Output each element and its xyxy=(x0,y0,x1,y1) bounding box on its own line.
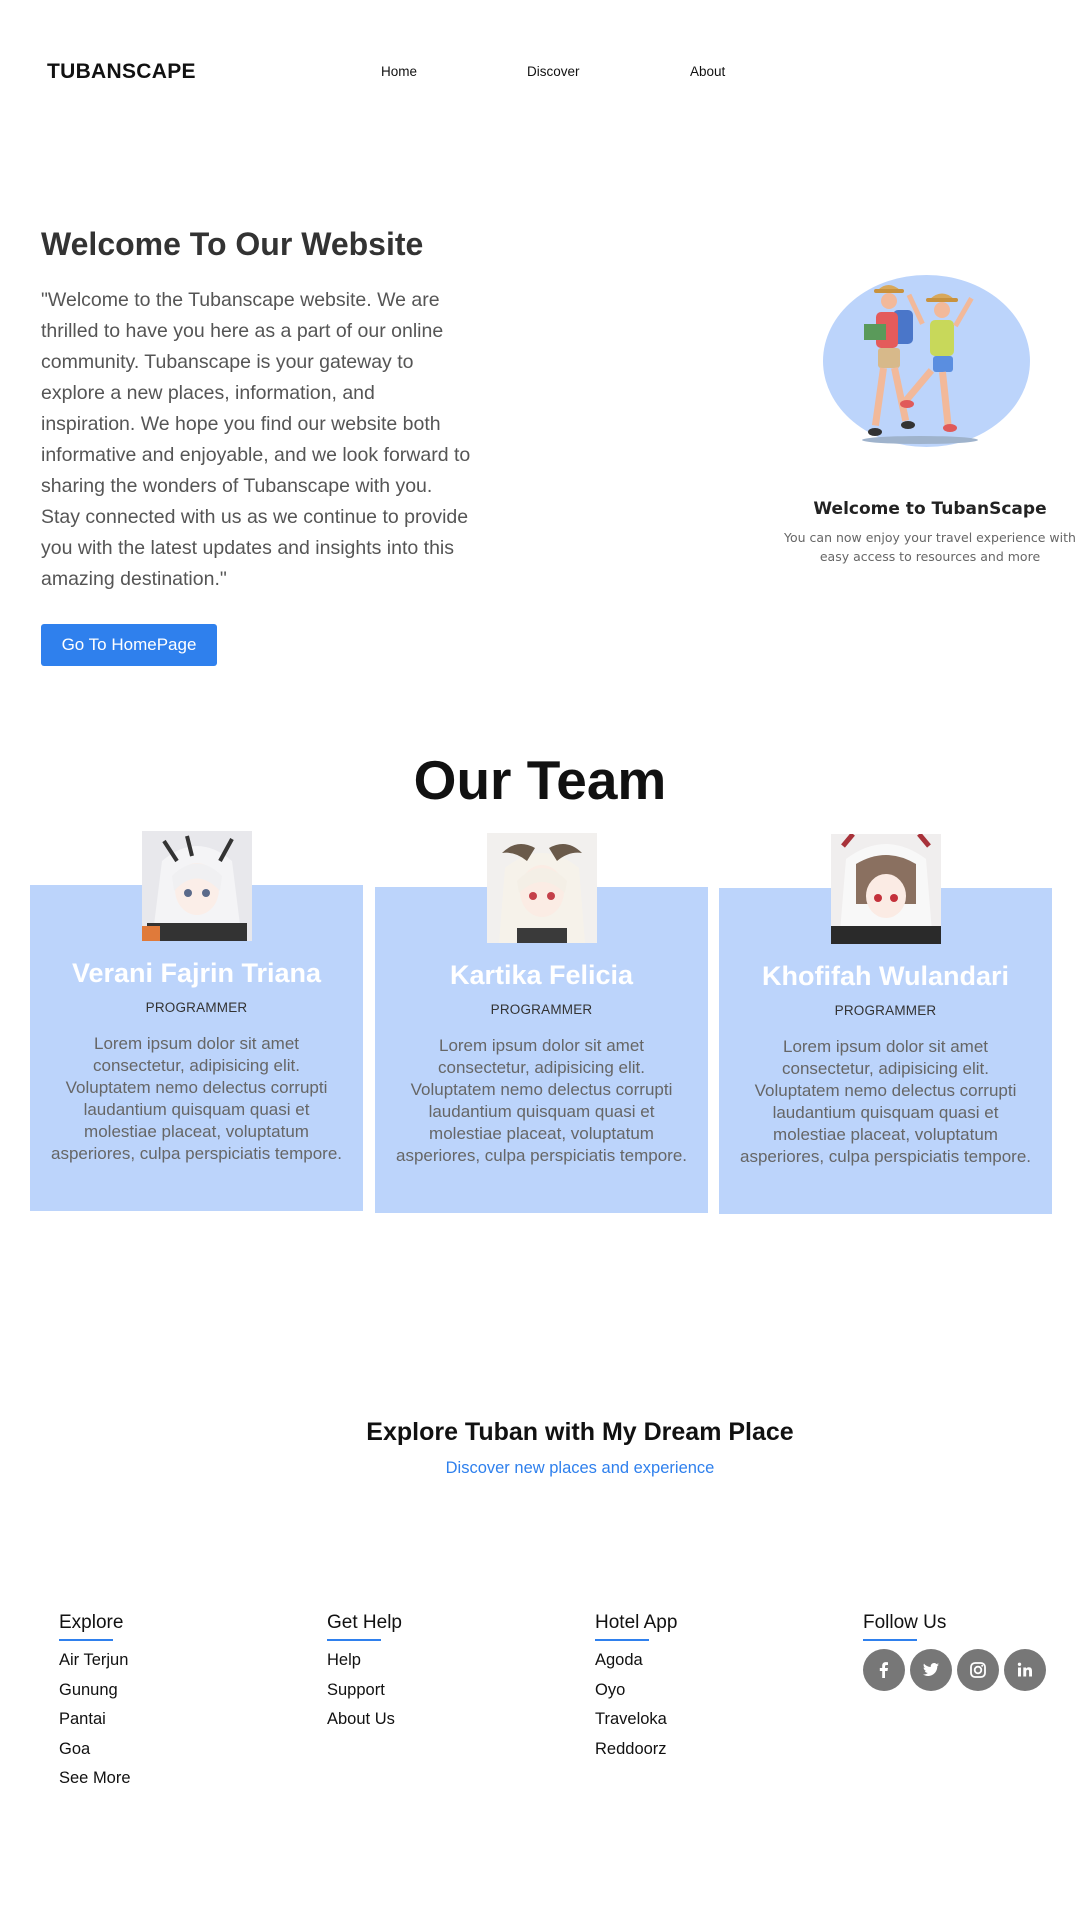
footer-link-reddoorz[interactable]: Reddoorz xyxy=(595,1738,677,1768)
explore-title: Explore Tuban with My Dream Place xyxy=(366,1418,794,1446)
member-name: Verani Fajrin Triana xyxy=(71,958,322,988)
twitter-icon[interactable] xyxy=(910,1649,952,1691)
member-role: PROGRAMMER xyxy=(834,1003,937,1018)
footer-heading-underline xyxy=(863,1639,917,1641)
explore-subtitle: Discover new places and experience xyxy=(445,1459,715,1477)
member-role: PROGRAMMER xyxy=(490,1002,593,1017)
footer-link-goa[interactable]: Goa xyxy=(59,1738,131,1768)
travelers-illustration xyxy=(820,272,1030,452)
footer-heading: Hotel App xyxy=(595,1612,678,1633)
member-avatar xyxy=(142,831,252,941)
avatar-image-svg xyxy=(831,834,941,944)
team-card: Verani Fajrin Triana PROGRAMMER Lorem ip… xyxy=(30,831,363,1211)
footer-heading-underline xyxy=(327,1639,381,1641)
member-name: Khofifah Wulandari xyxy=(762,961,1009,991)
social-links xyxy=(863,1649,1046,1691)
footer-hotel-column: Hotel App Agoda Oyo Traveloka Reddoorz xyxy=(595,1612,677,1767)
avatar-image-svg xyxy=(487,833,597,943)
footer-explore-column: Explore Air Terjun Gunung Pantai Goa See… xyxy=(59,1612,131,1797)
member-name: Kartika Felicia xyxy=(449,960,634,990)
footer-heading-underline xyxy=(595,1639,649,1641)
member-role: PROGRAMMER xyxy=(145,1000,248,1015)
go-to-homepage-button[interactable]: Go To HomePage xyxy=(41,624,217,666)
footer-link-support[interactable]: Support xyxy=(327,1679,402,1709)
team-card: Kartika Felicia PROGRAMMER Lorem ipsum d… xyxy=(375,833,708,1213)
member-avatar xyxy=(831,834,941,944)
footer-follow-column: Follow Us xyxy=(863,1612,1046,1691)
illustration-title: Welcome to TubanScape xyxy=(813,499,1047,519)
linkedin-icon[interactable] xyxy=(1004,1649,1046,1691)
member-description: Lorem ipsum dolor sit amet consectetur, … xyxy=(50,1034,343,1163)
footer-help-column: Get Help Help Support About Us xyxy=(327,1612,402,1738)
facebook-icon[interactable] xyxy=(863,1649,905,1691)
instagram-icon[interactable] xyxy=(957,1649,999,1691)
footer-heading: Explore xyxy=(59,1612,124,1633)
avatar-image-svg xyxy=(142,831,252,941)
footer-link-traveloka[interactable]: Traveloka xyxy=(595,1708,677,1738)
nav-home-link[interactable]: Home xyxy=(381,64,417,79)
footer-link-pantai[interactable]: Pantai xyxy=(59,1708,131,1738)
site-logo[interactable]: TUBANSCAPE xyxy=(47,60,196,84)
footer-heading: Get Help xyxy=(327,1612,402,1633)
footer-link-help[interactable]: Help xyxy=(327,1649,402,1679)
footer-link-see-more[interactable]: See More xyxy=(59,1767,131,1797)
member-avatar xyxy=(487,833,597,943)
footer-link-gunung[interactable]: Gunung xyxy=(59,1679,131,1709)
navbar: TUBANSCAPE Home Discover About xyxy=(0,0,1080,150)
nav-about-link[interactable]: About xyxy=(690,64,725,79)
footer-link-agoda[interactable]: Agoda xyxy=(595,1649,677,1679)
footer-heading: Follow Us xyxy=(863,1612,947,1633)
footer-heading-underline xyxy=(59,1639,113,1641)
footer-link-air-terjun[interactable]: Air Terjun xyxy=(59,1649,131,1679)
travelers-illustration-svg xyxy=(862,285,978,444)
footer-link-about-us[interactable]: About Us xyxy=(327,1708,402,1738)
illustration-subtitle: You can now enjoy your travel experience… xyxy=(784,530,1076,564)
hero-title: Welcome To Our Website xyxy=(41,226,424,262)
member-description: Lorem ipsum dolor sit amet consectetur, … xyxy=(395,1036,688,1165)
member-description: Lorem ipsum dolor sit amet consectetur, … xyxy=(739,1037,1032,1166)
footer-link-oyo[interactable]: Oyo xyxy=(595,1679,677,1709)
team-title: Our Team xyxy=(413,749,667,811)
team-card: Khofifah Wulandari PROGRAMMER Lorem ipsu… xyxy=(719,834,1052,1214)
nav-discover-link[interactable]: Discover xyxy=(527,64,580,79)
hero-text: "Welcome to the Tubanscape website. We a… xyxy=(41,289,471,590)
